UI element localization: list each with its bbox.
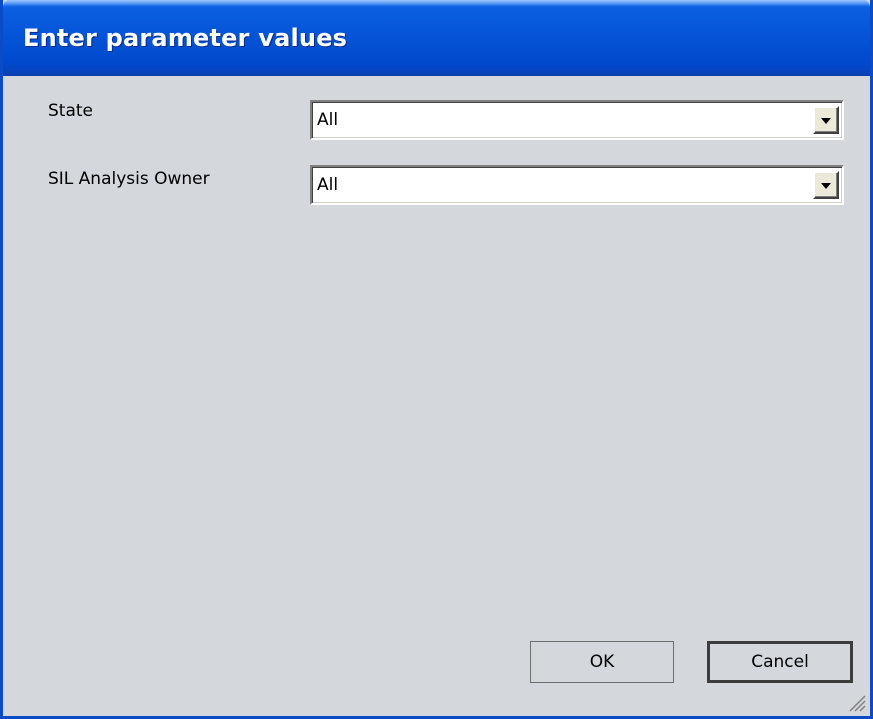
sil-analysis-owner-label: SIL Analysis Owner <box>48 169 210 189</box>
parameter-dialog: Enter parameter values State All SIL Ana… <box>0 0 873 719</box>
title-bar[interactable]: Enter parameter values <box>3 0 870 76</box>
chevron-down-icon <box>821 118 831 124</box>
dialog-title: Enter parameter values <box>23 24 348 52</box>
resize-grip-icon[interactable] <box>846 692 866 712</box>
cancel-button[interactable]: Cancel <box>707 641 853 683</box>
state-dropdown[interactable]: All <box>310 100 844 140</box>
sil-analysis-owner-dropdown-button[interactable] <box>813 171 839 199</box>
sil-analysis-owner-dropdown[interactable]: All <box>310 165 844 205</box>
state-label: State <box>48 101 93 121</box>
sil-analysis-owner-dropdown-value: All <box>317 175 339 195</box>
ok-button[interactable]: OK <box>530 641 674 683</box>
chevron-down-icon <box>821 183 831 189</box>
state-dropdown-value: All <box>317 110 339 130</box>
state-dropdown-button[interactable] <box>813 106 839 134</box>
